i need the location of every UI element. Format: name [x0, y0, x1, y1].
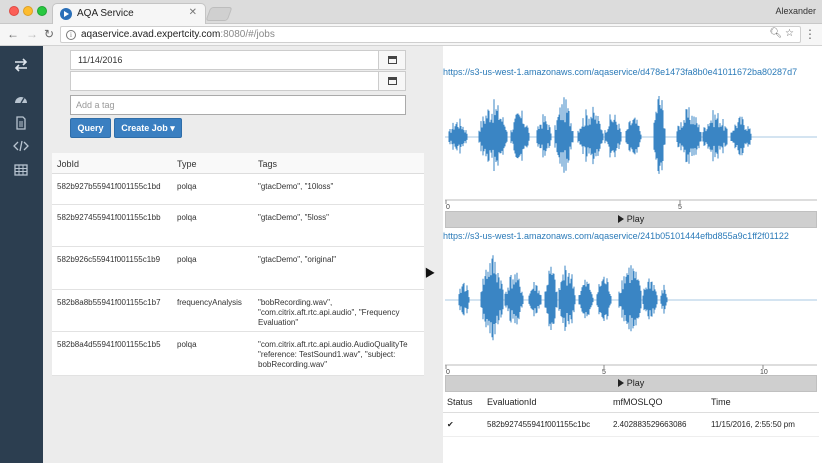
address-bar[interactable]: i aqaservice.avad.expertcity.com:8080/#/…: [60, 26, 801, 43]
browser-titlebar: AQA Service ✕ Alexander: [0, 0, 822, 25]
date-to-field: [70, 71, 406, 91]
date-from-field: [70, 50, 406, 70]
job-type: polqa: [177, 340, 197, 349]
job-id: 582b927b55941f001155c1bd: [57, 182, 161, 191]
job-type: polqa: [177, 213, 197, 222]
dashboard-icon[interactable]: [13, 92, 29, 106]
waveform-1[interactable]: 0 5: [445, 80, 817, 210]
play-button-2[interactable]: Play: [445, 375, 817, 392]
job-tags: "com.citrix.aft.rtc.api.audio.AudioQuali…: [258, 340, 408, 369]
table-icon[interactable]: [13, 163, 29, 177]
status-check-icon: ✔: [447, 420, 454, 429]
column-header-time[interactable]: Time: [711, 397, 731, 407]
audio-url-link[interactable]: https://s3-us-west-1.amazonaws.com/aqase…: [443, 67, 819, 77]
back-arrow-icon[interactable]: ←: [7, 27, 19, 41]
date-from-calendar-button[interactable]: [378, 51, 405, 69]
zoom-star-icons[interactable]: 🔍︎ ☆: [770, 28, 794, 39]
maximize-window-button[interactable]: [37, 6, 47, 16]
date-to-input[interactable]: [71, 72, 379, 90]
job-id: 582b926c55941f001155c1b9: [57, 255, 161, 264]
sidebar: [0, 46, 43, 463]
waveform-2[interactable]: 0 5 10: [445, 244, 817, 374]
job-tags: "gtacDemo", "5loss": [258, 213, 329, 222]
jobs-table-header: JobId Type Tags: [52, 153, 424, 174]
query-button[interactable]: Query: [70, 118, 111, 138]
table-row[interactable]: 582b926c55941f001155c1b9 polqa "gtacDemo…: [52, 247, 424, 290]
minimize-window-button[interactable]: [23, 6, 33, 16]
table-row[interactable]: 582b927b55941f001155c1bd polqa "gtacDemo…: [52, 174, 424, 205]
profile-name[interactable]: Alexander: [775, 6, 816, 16]
url-text[interactable]: aqaservice.avad.expertcity.com:8080/#/jo…: [81, 29, 275, 40]
code-icon[interactable]: [13, 139, 29, 153]
new-tab-button[interactable]: [205, 7, 233, 21]
column-header-type[interactable]: Type: [177, 159, 197, 169]
table-row[interactable]: ✔ 582b927455941f001155c1bc 2.40288352966…: [443, 413, 819, 437]
job-type: polqa: [177, 182, 197, 191]
job-id: 582b927455941f001155c1bb: [57, 213, 161, 222]
create-job-button[interactable]: Create Job ▾: [114, 118, 182, 138]
exchange-icon[interactable]: [13, 58, 29, 72]
job-tags: "gtacDemo", "original": [258, 255, 337, 264]
browser-tab[interactable]: AQA Service ✕: [52, 3, 206, 25]
date-from-input[interactable]: [71, 51, 379, 69]
column-header-tags[interactable]: Tags: [258, 159, 424, 169]
play-favicon-icon: [60, 8, 72, 20]
jobs-table: JobId Type Tags 582b927b55941f001155c1bd…: [52, 153, 424, 376]
calendar-icon: [388, 77, 397, 85]
waveform-2-tick: 5: [602, 369, 606, 374]
info-icon[interactable]: i: [66, 30, 76, 40]
document-icon[interactable]: [13, 116, 29, 130]
play-button-1[interactable]: Play: [445, 211, 817, 228]
waveform-1-tick: 0: [446, 204, 450, 210]
evaluation-time: 11/15/2016, 2:55:50 pm: [711, 420, 795, 429]
tag-input[interactable]: [70, 95, 406, 115]
job-detail-panel: https://s3-us-west-1.amazonaws.com/aqase…: [443, 46, 822, 463]
table-row[interactable]: 582b8a4d55941f001155c1b5 polqa "com.citr…: [52, 332, 424, 376]
column-header-mfmoslqo[interactable]: mfMOSLQO: [613, 397, 663, 407]
date-to-calendar-button[interactable]: [378, 72, 405, 90]
job-tags: "gtacDemo", "10loss": [258, 182, 334, 191]
waveform-1-tick: 5: [678, 204, 682, 210]
mos-score: 2.402883529663086: [613, 420, 687, 429]
job-tags: "bobRecording.wav", "com.citrix.aft.rtc.…: [258, 298, 400, 327]
job-type: frequencyAnalysis: [177, 298, 242, 307]
waveform-path: [458, 255, 668, 341]
column-header-jobid[interactable]: JobId: [57, 159, 79, 169]
audio-url-link[interactable]: https://s3-us-west-1.amazonaws.com/aqase…: [443, 231, 819, 241]
column-header-evaluationid[interactable]: EvaluationId: [487, 397, 537, 407]
waveform-path: [448, 96, 752, 174]
browser-toolbar: ← → ↻ i aqaservice.avad.expertcity.com:8…: [0, 24, 822, 46]
play-icon: [617, 379, 624, 387]
table-row[interactable]: 582b8a8b55941f001155c1b7 frequencyAnalys…: [52, 290, 424, 332]
tab-close-icon[interactable]: ✕: [189, 7, 197, 18]
tab-title: AQA Service: [77, 8, 134, 19]
job-id: 582b8a8b55941f001155c1b7: [57, 298, 161, 307]
job-type: polqa: [177, 255, 197, 264]
table-row[interactable]: 582b927455941f001155c1bb polqa "gtacDemo…: [52, 205, 424, 247]
browser-menu-icon[interactable]: ⋮: [804, 27, 816, 41]
waveform-2-tick: 0: [446, 369, 450, 374]
waveform-2-tick: 10: [760, 369, 768, 374]
evaluation-id: 582b927455941f001155c1bc: [487, 420, 591, 429]
column-header-status[interactable]: Status: [447, 397, 473, 407]
play-icon: [617, 215, 624, 223]
evaluations-table-header: Status EvaluationId mfMOSLQO Time: [443, 392, 819, 413]
close-window-button[interactable]: [9, 6, 19, 16]
main-content: Query Create Job ▾ JobId Type Tags 582b9…: [43, 46, 822, 463]
job-id: 582b8a4d55941f001155c1b5: [57, 340, 161, 349]
calendar-icon: [388, 56, 397, 64]
reload-icon[interactable]: ↻: [44, 27, 54, 41]
evaluations-table: Status EvaluationId mfMOSLQO Time ✔ 582b…: [443, 392, 819, 437]
forward-arrow-icon[interactable]: →: [26, 27, 38, 41]
